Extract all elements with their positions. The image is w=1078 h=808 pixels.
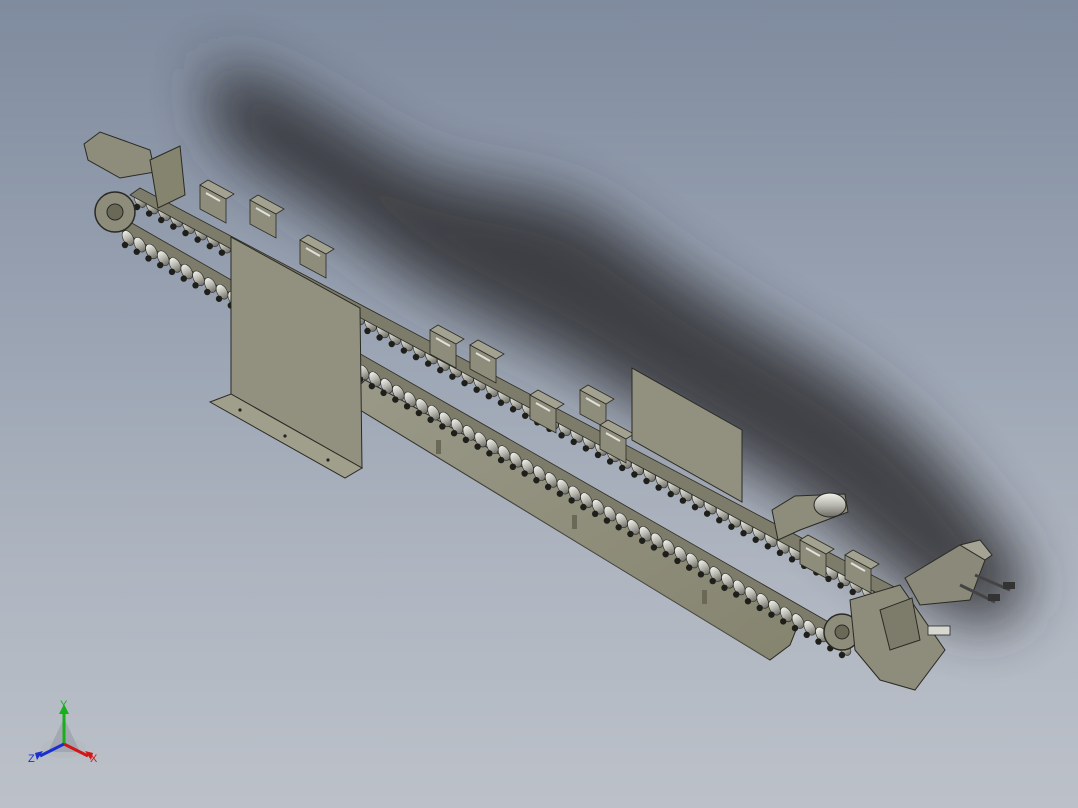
z-axis-label: Z [28,753,35,765]
bracket[interactable] [199,179,235,224]
x-axis-label: X [90,753,98,765]
bracket[interactable] [249,194,285,239]
left-guard-panel[interactable] [208,236,364,479]
axis-triad: Y X Z [28,699,98,765]
cad-viewport[interactable]: Y X Z [0,0,1078,808]
cad-scene[interactable]: Y X Z [0,0,1078,808]
bracket[interactable] [299,234,335,279]
y-axis-label: Y [60,699,68,711]
cylinder-actuator[interactable] [771,492,849,541]
